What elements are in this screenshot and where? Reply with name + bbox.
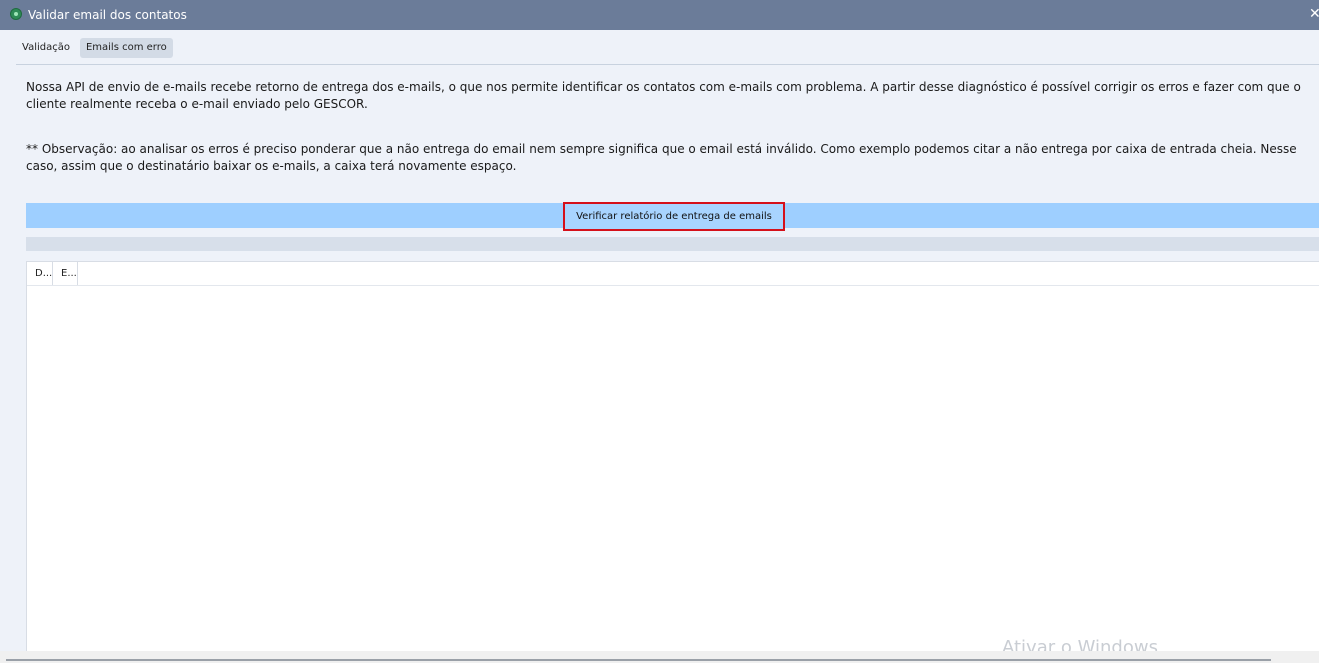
windows-activation-watermark: Ativar o Windows [1002, 638, 1158, 652]
verify-delivery-report-button[interactable]: Verificar relatório de entrega de emails [563, 202, 785, 231]
horizontal-scrollbar[interactable] [0, 651, 1319, 663]
grid-header: D... E... [27, 262, 1319, 286]
tab-strip: Validação Emails com erro [16, 38, 173, 60]
progress-bar [26, 237, 1319, 251]
window-title: Validar email dos contatos [28, 8, 187, 22]
email-errors-grid[interactable]: D... E... [26, 261, 1319, 663]
app-globe-icon [10, 8, 22, 20]
tab-divider [16, 64, 1319, 65]
tab-validacao[interactable]: Validação [16, 38, 76, 58]
description-paragraph: Nossa API de envio de e-mails recebe ret… [26, 80, 1301, 111]
close-button[interactable]: ✕ [1309, 6, 1319, 22]
description-panel: Nossa API de envio de e-mails recebe ret… [26, 79, 1311, 175]
column-header-d[interactable]: D... [27, 262, 53, 285]
title-bar[interactable]: Validar email dos contatos ✕ [0, 0, 1319, 30]
validate-emails-window: Validar email dos contatos ✕ Validação E… [0, 0, 1319, 663]
column-header-e[interactable]: E... [53, 262, 78, 285]
scrollbar-thumb[interactable] [6, 659, 1271, 661]
tab-emails-com-erro[interactable]: Emails com erro [79, 38, 173, 58]
observation-note: ** Observação: ao analisar os erros é pr… [26, 142, 1297, 173]
